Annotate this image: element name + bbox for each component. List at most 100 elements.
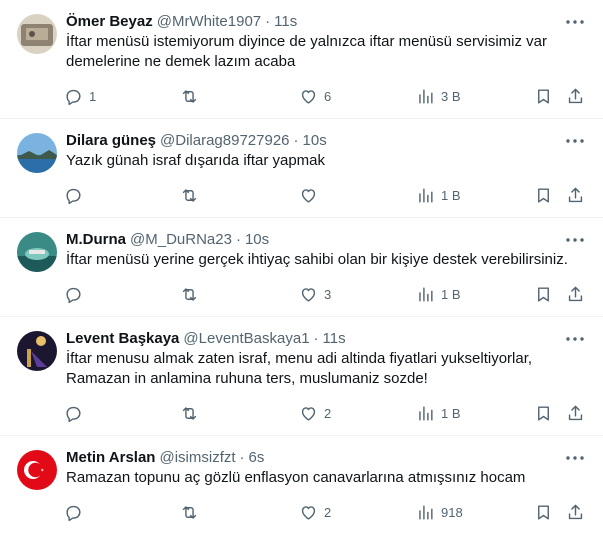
like-button[interactable]: 3 — [299, 284, 331, 304]
like-button[interactable]: 2 — [299, 403, 331, 423]
user-handle[interactable]: @isimsizfzt — [159, 448, 235, 468]
view-count: 1 B — [441, 286, 461, 302]
more-icon[interactable] — [565, 132, 585, 150]
view-count: 3 B — [441, 88, 461, 104]
share-icon — [568, 88, 583, 103]
view-count: 918 — [441, 504, 463, 520]
separator-dot: · — [239, 449, 245, 466]
reply-icon — [66, 505, 81, 521]
user-handle[interactable]: @Dilarag89727926 — [160, 131, 290, 151]
share-button[interactable] — [566, 502, 585, 522]
share-button[interactable] — [566, 403, 585, 423]
share-icon — [568, 286, 583, 301]
more-icon[interactable] — [565, 231, 585, 249]
views-button[interactable]: 1 B — [416, 403, 461, 423]
user-handle[interactable]: @M_DuRNa23 — [130, 230, 232, 250]
bookmark-icon — [538, 405, 549, 421]
reply-button[interactable] — [64, 284, 89, 304]
reply-button[interactable] — [64, 502, 89, 522]
avatar[interactable] — [17, 450, 57, 490]
avatar[interactable] — [17, 331, 57, 371]
tweet-text: Ramazan topunu aç gözlü enflasyon canava… — [66, 469, 526, 486]
tweet[interactable]: M.Durna @M_DuRNa23 · 10s İftar menüsü ye… — [0, 218, 603, 317]
tweet-actions: 3 1 B — [66, 274, 587, 314]
bookmark-button[interactable] — [534, 86, 553, 106]
retweet-button[interactable] — [180, 185, 205, 205]
views-button[interactable]: 1 B — [416, 185, 461, 205]
retweet-icon — [182, 406, 197, 420]
bookmark-button[interactable] — [534, 284, 553, 304]
display-name[interactable]: Ömer Beyaz — [66, 12, 153, 32]
bookmark-button[interactable] — [534, 185, 553, 205]
display-name[interactable]: Metin Arslan — [66, 448, 155, 468]
tweet-actions: 2 1 B — [66, 393, 587, 433]
timestamp[interactable]: 11s — [323, 329, 346, 349]
more-icon[interactable] — [565, 449, 585, 467]
like-button[interactable]: 6 — [299, 86, 331, 106]
retweet-button[interactable] — [180, 403, 205, 423]
timestamp[interactable]: 10s — [245, 230, 269, 250]
like-button[interactable]: 2 — [299, 502, 331, 522]
like-count: 2 — [324, 504, 332, 520]
share-button[interactable] — [566, 86, 585, 106]
retweet-button[interactable] — [180, 86, 205, 106]
reply-count: 1 — [89, 88, 97, 104]
like-count: 3 — [324, 286, 332, 302]
tweet[interactable]: Ömer Beyaz @MrWhite1907 · 11s İftar menü… — [0, 0, 603, 119]
bookmark-button[interactable] — [534, 403, 553, 423]
timestamp[interactable]: 11s — [274, 12, 297, 32]
tweet-text: İftar menüsü istemiyorum diyince de yaln… — [66, 33, 547, 70]
tweet-actions: 2 918 — [66, 492, 587, 532]
separator-dot: · — [293, 132, 299, 149]
views-icon — [419, 187, 433, 203]
like-button[interactable] — [299, 185, 324, 205]
timestamp[interactable]: 10s — [303, 131, 327, 151]
avatar[interactable] — [17, 133, 57, 173]
avatar[interactable] — [17, 14, 57, 54]
reply-icon — [66, 188, 81, 204]
separator-dot: · — [235, 231, 241, 248]
views-button[interactable]: 918 — [416, 502, 463, 522]
more-icon[interactable] — [565, 13, 585, 31]
bookmark-button[interactable] — [534, 502, 553, 522]
retweet-button[interactable] — [180, 284, 205, 304]
reply-button[interactable] — [64, 403, 89, 423]
tweet[interactable]: Dilara güneş @Dilarag89727926 · 10s Yazı… — [0, 119, 603, 218]
share-icon — [568, 187, 583, 202]
heart-icon — [301, 188, 316, 203]
heart-icon — [301, 287, 316, 302]
retweet-button[interactable] — [180, 502, 205, 522]
tweet[interactable]: Metin Arslan @isimsizfzt · 6s Ramazan to… — [0, 436, 603, 541]
view-count: 1 B — [441, 187, 461, 203]
bookmark-icon — [538, 187, 549, 203]
views-button[interactable]: 3 B — [416, 86, 461, 106]
display-name[interactable]: Levent Başkaya — [66, 329, 179, 349]
reply-button[interactable] — [64, 185, 89, 205]
views-icon — [419, 504, 433, 520]
heart-icon — [301, 505, 316, 520]
tweet-header: Metin Arslan @isimsizfzt · 6s — [66, 448, 587, 468]
tweet-actions: 1 6 3 B — [66, 76, 587, 116]
like-count: 6 — [324, 88, 332, 104]
tweet-header: Levent Başkaya @LeventBaskaya1 · 11s — [66, 329, 587, 349]
views-icon — [419, 405, 433, 421]
tweet-header: Ömer Beyaz @MrWhite1907 · 11s — [66, 12, 587, 32]
more-icon[interactable] — [565, 330, 585, 348]
share-button[interactable] — [566, 185, 585, 205]
reply-button[interactable]: 1 — [64, 86, 96, 106]
heart-icon — [301, 406, 316, 421]
user-handle[interactable]: @LeventBaskaya1 — [183, 329, 309, 349]
view-count: 1 B — [441, 405, 461, 421]
retweet-icon — [182, 188, 197, 202]
user-handle[interactable]: @MrWhite1907 — [157, 12, 261, 32]
display-name[interactable]: M.Durna — [66, 230, 126, 250]
share-button[interactable] — [566, 284, 585, 304]
share-icon — [568, 405, 583, 420]
views-button[interactable]: 1 B — [416, 284, 461, 304]
timestamp[interactable]: 6s — [249, 448, 265, 468]
tweet[interactable]: Levent Başkaya @LeventBaskaya1 · 11s İft… — [0, 317, 603, 436]
avatar[interactable] — [17, 232, 57, 272]
heart-icon — [301, 89, 316, 104]
display-name[interactable]: Dilara güneş — [66, 131, 156, 151]
separator-dot: · — [313, 330, 319, 347]
